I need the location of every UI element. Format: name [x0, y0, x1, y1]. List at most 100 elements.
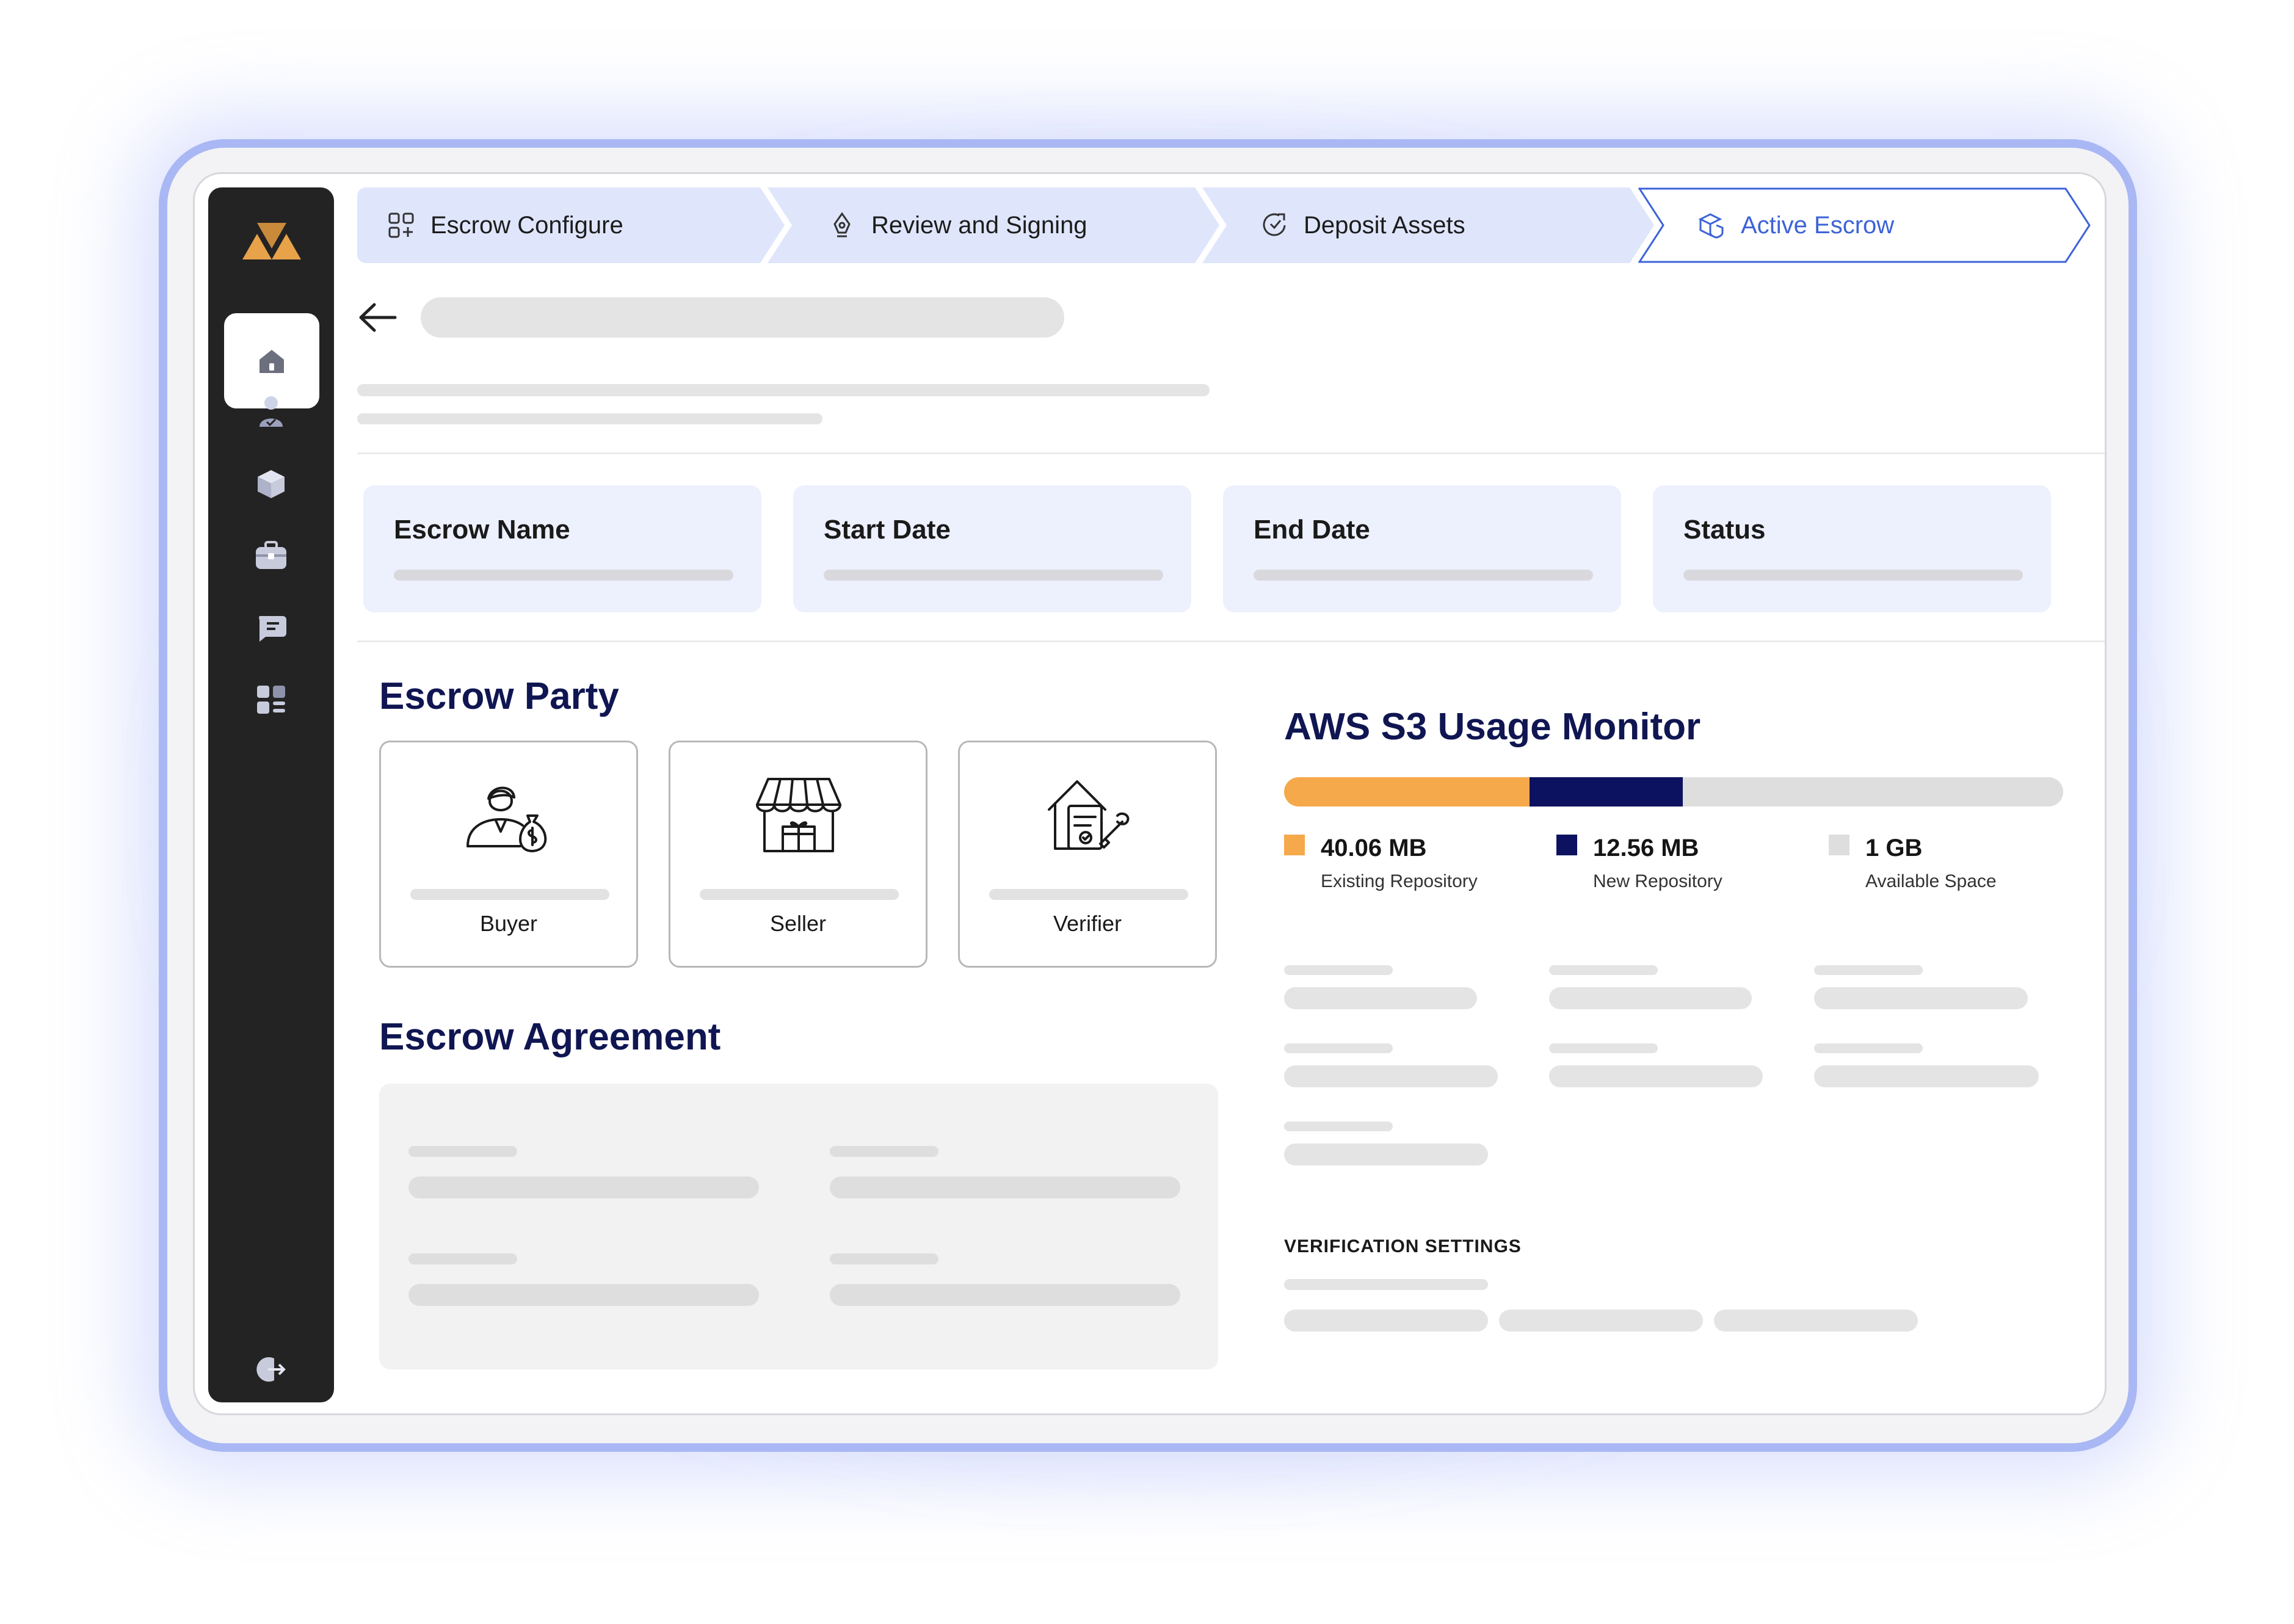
field-label-placeholder [830, 1146, 938, 1157]
usage-segment-new [1530, 777, 1683, 807]
legend-value: 1 GB [1865, 835, 1923, 861]
step-escrow-configure[interactable]: Escrow Configure [357, 187, 785, 263]
verification-option-placeholder[interactable] [1284, 1310, 1488, 1332]
box-shield-icon [1698, 213, 1724, 239]
pen-nib-icon [833, 212, 851, 237]
grid-add-icon [388, 212, 414, 238]
agreement-panel [379, 1084, 1218, 1369]
verification-option-placeholder[interactable] [1499, 1310, 1703, 1332]
value-placeholder [1683, 570, 2023, 581]
party-name-placeholder [989, 889, 1188, 900]
escrow-agreement-title: Escrow Agreement [379, 1016, 721, 1058]
info-card-end-date: End Date [1223, 485, 1621, 612]
usage-bar [1284, 777, 2063, 807]
usage-segment-available [1683, 777, 2063, 807]
value-placeholder [824, 570, 1163, 581]
detail-label-placeholder [1284, 1043, 1393, 1053]
buyer-icon [466, 786, 547, 852]
logout-icon[interactable] [256, 1354, 288, 1385]
field-label-placeholder [830, 1253, 938, 1264]
legend-caption: Existing Repository [1321, 871, 1478, 891]
party-label: Seller [769, 911, 827, 936]
back-arrow-icon[interactable] [357, 302, 397, 333]
value-placeholder [394, 570, 733, 581]
cube-icon [258, 470, 285, 498]
value-placeholder [1254, 570, 1593, 581]
field-label-placeholder [408, 1146, 517, 1157]
sidebar-item-dashboard[interactable] [255, 683, 288, 716]
title-placeholder [421, 297, 1064, 338]
briefcase-icon [256, 541, 286, 569]
chat-icon [259, 616, 286, 642]
divider [357, 452, 2105, 454]
step-deposit-assets[interactable]: Deposit Assets [1202, 187, 1654, 263]
legend-swatch [1829, 835, 1849, 855]
detail-label-placeholder [1549, 1043, 1658, 1053]
user-check-icon [260, 396, 283, 427]
party-card-seller[interactable]: Seller [669, 741, 927, 968]
detail-label-placeholder [1814, 965, 1923, 975]
sidebar [208, 187, 334, 1402]
sidebar-item-projects[interactable] [255, 539, 288, 572]
verification-settings-title: VERIFICATION SETTINGS [1284, 1236, 1522, 1256]
info-card-escrow-name: Escrow Name [363, 485, 761, 612]
escrow-party-title: Escrow Party [379, 675, 619, 717]
detail-value-placeholder [1814, 987, 2028, 1009]
party-name-placeholder [410, 889, 609, 900]
party-label: Verifier [1053, 911, 1122, 936]
sidebar-item-assets[interactable] [255, 467, 288, 500]
divider [357, 640, 2105, 642]
detail-label-placeholder [1284, 1122, 1393, 1131]
home-icon [260, 350, 284, 373]
usage-monitor-title: AWS S3 Usage Monitor [1284, 706, 1701, 748]
detail-label-placeholder [1814, 1043, 1923, 1053]
step-label: Active Escrow [1741, 211, 1895, 239]
detail-value-placeholder [1284, 987, 1477, 1009]
info-card-label: Status [1683, 515, 1766, 545]
legend-caption: Available Space [1865, 871, 1997, 891]
field-value-placeholder [408, 1284, 759, 1306]
legend-caption: New Repository [1593, 871, 1722, 891]
step-label: Escrow Configure [430, 211, 623, 239]
step-review-signing[interactable]: Review and Signing [768, 187, 1219, 263]
detail-value-placeholder [1814, 1065, 2039, 1087]
usage-segment-existing [1284, 777, 1530, 807]
info-card-label: Escrow Name [394, 515, 570, 545]
info-card-label: Start Date [824, 515, 951, 545]
field-value-placeholder [408, 1176, 759, 1198]
info-card-label: End Date [1254, 515, 1370, 545]
party-name-placeholder [700, 889, 899, 900]
detail-value-placeholder [1284, 1144, 1488, 1165]
seller-store-icon [756, 778, 841, 852]
step-active-escrow[interactable]: Active Escrow [1638, 187, 2091, 263]
subtitle-placeholder [357, 384, 1210, 396]
step-label: Deposit Assets [1304, 211, 1465, 239]
detail-value-placeholder [1549, 1065, 1763, 1087]
app-screen: Escrow Configure Review and Signing Depo… [193, 172, 2107, 1415]
party-card-verifier[interactable]: Verifier [958, 741, 1217, 968]
legend-swatch [1284, 835, 1305, 855]
verification-label-placeholder [1284, 1279, 1488, 1290]
sidebar-item-users[interactable] [255, 395, 288, 428]
legend-value: 12.56 MB [1593, 835, 1699, 861]
progress-stepper: Escrow Configure Review and Signing Depo… [357, 187, 2091, 263]
detail-value-placeholder [1284, 1065, 1498, 1087]
party-label: Buyer [479, 911, 538, 936]
info-card-start-date: Start Date [793, 485, 1191, 612]
sidebar-item-messages[interactable] [255, 611, 288, 644]
field-value-placeholder [830, 1176, 1180, 1198]
verifier-icon [1048, 780, 1130, 850]
field-value-placeholder [830, 1284, 1180, 1306]
dashboard-icon [257, 686, 285, 714]
party-card-buyer[interactable]: Buyer [379, 741, 638, 968]
sidebar-item-home[interactable] [224, 313, 319, 408]
subtitle-placeholder [357, 413, 822, 424]
legend-swatch [1556, 835, 1577, 855]
step-label: Review and Signing [871, 211, 1087, 239]
verification-option-placeholder[interactable] [1714, 1310, 1918, 1332]
brand-logo [242, 223, 301, 259]
detail-label-placeholder [1549, 965, 1658, 975]
detail-label-placeholder [1284, 965, 1393, 975]
field-label-placeholder [408, 1253, 517, 1264]
deposit-arrow-icon [1263, 213, 1286, 236]
